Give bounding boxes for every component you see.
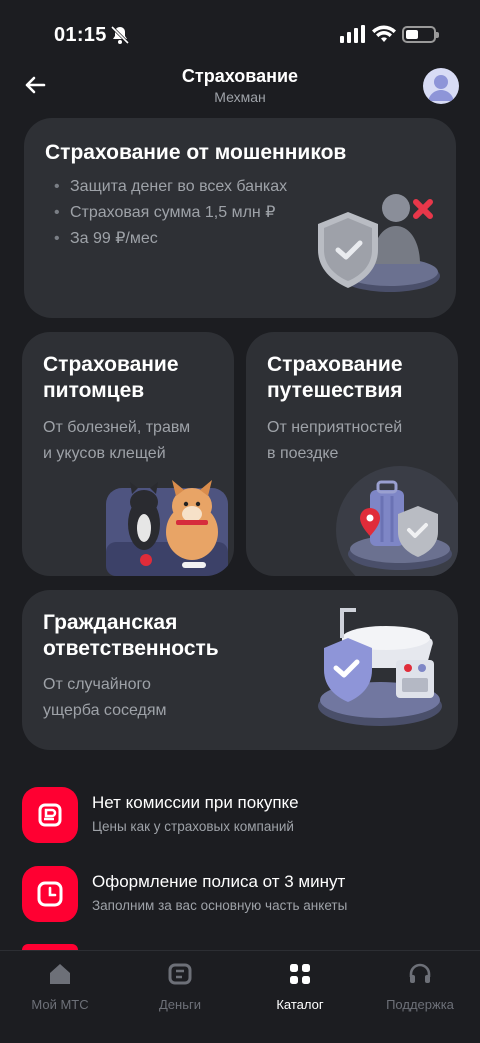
feature-no-commission: Нет комиссии при покупке Цены как у стра… — [22, 787, 458, 847]
liability-insurance-card[interactable]: Гражданская ответственность От случайног… — [22, 590, 458, 750]
bullet-item: За 99 ₽/мес — [50, 226, 287, 252]
home-icon — [50, 964, 70, 984]
tab-my-mts[interactable]: Мой МТС — [0, 959, 120, 1019]
feature-title: Нет комиссии при покупке — [92, 793, 299, 812]
clock-icon — [22, 866, 78, 922]
feature-fast-policy: Оформление полиса от 3 минут Заполним за… — [22, 866, 458, 926]
avatar[interactable] — [423, 68, 459, 104]
battery-icon — [402, 26, 439, 43]
bullet-item: Защита денег во всех банках — [50, 174, 287, 200]
fraud-bullets: Защита денег во всех банках Страховая су… — [50, 174, 287, 252]
card-subtitle: От случайного ущерба соседям — [43, 672, 167, 724]
card-subtitle: От неприятностей в поездке — [267, 415, 402, 467]
fraud-insurance-card[interactable]: Страхование от мошенников Защита денег в… — [24, 118, 456, 318]
card-title-line: Страхование — [267, 353, 403, 376]
card-title: Страхование путешествия — [267, 352, 403, 404]
headset-icon — [409, 963, 431, 983]
pet-insurance-card[interactable]: Страхование питомцев От болезней, травм … — [22, 332, 234, 576]
tab-label: Мой МТС — [31, 997, 89, 1012]
ruble-icon — [22, 787, 78, 843]
pets-illustration — [106, 480, 228, 576]
page-subtitle: Мехман — [214, 89, 266, 105]
card-title-line: ответственность — [43, 637, 219, 660]
card-subtitle-line: ущерба соседям — [43, 702, 167, 719]
shield-fraud-illustration — [318, 194, 440, 292]
bullet-item: Страховая сумма 1,5 млн ₽ — [50, 200, 287, 226]
card-title-line: Страхование — [43, 353, 179, 376]
card-title: Страхование от мошенников — [45, 141, 347, 164]
card-title: Гражданская ответственность — [43, 610, 219, 662]
card-title: Страхование питомцев — [43, 352, 179, 404]
tab-catalog[interactable]: Каталог — [240, 959, 360, 1019]
card-subtitle-line: От болезней, травм — [43, 419, 191, 436]
feature-subtitle: Цены как у страховых компаний — [92, 819, 294, 834]
travel-illustration — [336, 466, 458, 576]
liability-illustration — [318, 608, 442, 726]
wallet-icon — [168, 963, 192, 985]
page-title: Страхование — [181, 66, 299, 86]
card-title-line: Гражданская — [43, 611, 178, 634]
tab-support[interactable]: Поддержка — [360, 959, 480, 1019]
tab-label: Поддержка — [386, 997, 454, 1012]
signal-icon — [340, 25, 365, 43]
travel-insurance-card[interactable]: Страхование путешествия От неприятностей… — [246, 332, 458, 576]
card-subtitle-line: От неприятностей — [267, 419, 403, 436]
feature-subtitle: Заполним за вас основную часть анкеты — [92, 898, 348, 913]
bell-off-icon — [110, 25, 130, 45]
tab-label: Деньги — [159, 997, 201, 1012]
bottom-tab-bar: Мой МТС Деньги Каталог Поддержка — [0, 950, 480, 1043]
catalog-icon — [290, 964, 310, 984]
card-subtitle: От болезней, травм и укусов клещей — [43, 415, 190, 467]
card-subtitle-line: и укусов клещей — [43, 445, 166, 462]
user-icon — [428, 75, 454, 101]
feature-title: Оформление полиса от 3 минут — [92, 872, 346, 891]
wifi-icon — [372, 25, 396, 42]
status-time: 01:15 — [54, 24, 107, 46]
card-subtitle-line: От случайного — [43, 676, 151, 693]
card-title-line: питомцев — [43, 379, 145, 402]
status-bar: 01:15 — [0, 0, 480, 60]
tab-money[interactable]: Деньги — [120, 959, 240, 1019]
tab-label: Каталог — [276, 997, 324, 1012]
card-title-line: путешествия — [267, 379, 403, 402]
